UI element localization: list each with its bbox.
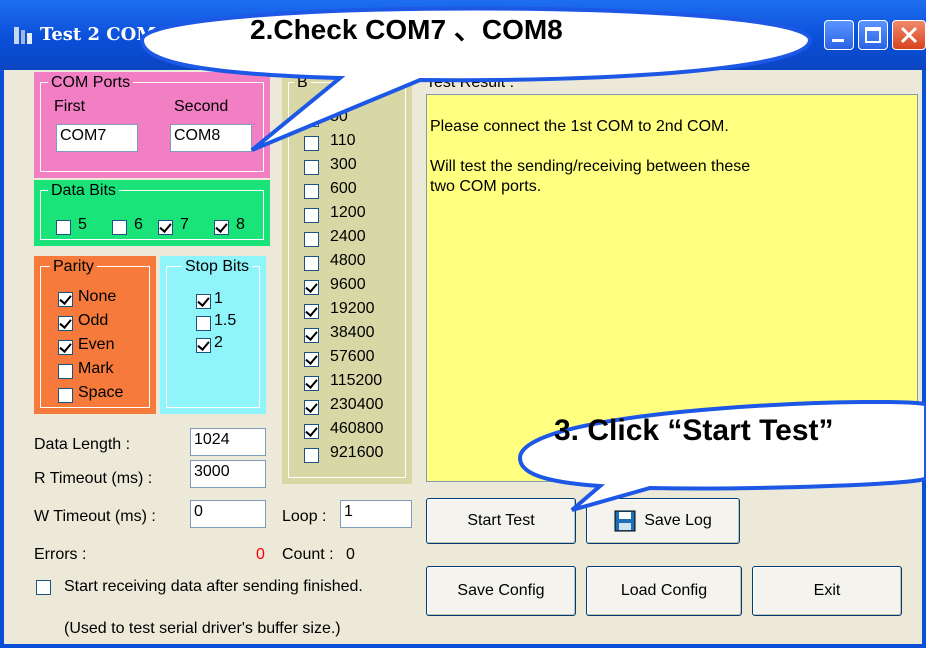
callout-check-text: 2.Check COM7 、COM8 (250, 14, 563, 45)
callout-click-text: 3. Click “Start Test” (554, 414, 834, 447)
callout-check-bubble (139, 6, 926, 512)
